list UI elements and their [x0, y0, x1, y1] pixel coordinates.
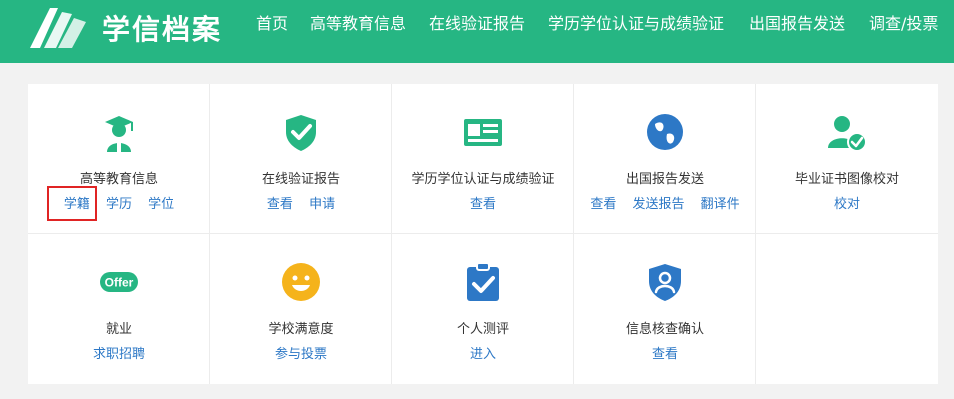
smiley-icon	[282, 263, 320, 301]
link-proofread[interactable]: 校对	[834, 197, 860, 212]
service-panel: 高等教育信息 学籍 学历 学位 在线验证报告 查看 申请 学历学位认证与成绩验证…	[28, 84, 938, 384]
card-title: 毕业证书图像校对	[794, 172, 899, 187]
link-degree[interactable]: 学位	[148, 197, 174, 212]
nav-survey-vote[interactable]: 调查/投票	[869, 12, 938, 36]
link-translation[interactable]: 翻译件	[701, 197, 740, 212]
user-check-icon	[828, 116, 867, 152]
link-enter[interactable]: 进入	[470, 347, 496, 362]
card-links: 参与投票	[210, 343, 392, 362]
card-degree-certification: 学历学位认证与成绩验证 查看	[392, 84, 574, 234]
link-vote[interactable]: 参与投票	[275, 347, 327, 362]
id-card-icon	[464, 119, 502, 146]
globe-icon	[647, 114, 683, 150]
nav-overseas-report[interactable]: 出国报告发送	[749, 12, 845, 36]
card-diploma-image-check: 毕业证书图像校对 校对	[756, 84, 938, 234]
card-school-satisfaction: 学校满意度 参与投票	[210, 234, 392, 384]
clipboard-check-icon	[467, 262, 499, 301]
link-education-record[interactable]: 学历	[106, 197, 132, 212]
card-online-verification-report: 在线验证报告 查看 申请	[210, 84, 392, 234]
card-links: 求职招聘	[28, 343, 210, 362]
top-navigation-bar: 学信档案 首页 高等教育信息 在线验证报告 学历学位认证与成绩验证 出国报告发送…	[0, 0, 954, 63]
card-title: 出国报告发送	[625, 172, 704, 187]
logo-text: 学信档案	[102, 13, 223, 46]
link-view[interactable]: 查看	[652, 347, 678, 362]
link-view[interactable]: 查看	[590, 197, 616, 212]
card-title: 个人测评	[456, 322, 509, 337]
card-employment: Offer 就业 求职招聘	[28, 234, 210, 384]
card-personal-assessment: 个人测评 进入	[392, 234, 574, 384]
link-view[interactable]: 查看	[470, 197, 496, 212]
nav-online-verification-report[interactable]: 在线验证报告	[429, 12, 525, 36]
user-shield-icon	[649, 264, 681, 301]
card-links: 查看	[574, 343, 756, 362]
shield-check-icon	[286, 115, 316, 151]
card-links: 查看 申请	[210, 193, 392, 212]
card-title: 学历学位认证与成绩验证	[411, 172, 555, 187]
card-title: 在线验证报告	[261, 172, 340, 187]
book-logo-icon	[30, 8, 86, 48]
card-title: 高等教育信息	[79, 172, 158, 187]
offer-icon-text: Offer	[105, 276, 134, 290]
link-send-report[interactable]: 发送报告	[632, 197, 684, 212]
card-title: 信息核查确认	[625, 322, 704, 337]
card-title: 就业	[105, 322, 132, 337]
nav-higher-education-info[interactable]: 高等教育信息	[310, 12, 406, 36]
card-links: 校对	[756, 193, 938, 212]
highlight-box	[47, 186, 97, 221]
link-job-search[interactable]: 求职招聘	[93, 347, 145, 362]
card-title: 学校满意度	[268, 322, 334, 337]
nav-home[interactable]: 首页	[256, 12, 288, 36]
empty-card	[756, 234, 938, 384]
site-logo[interactable]: 学信档案	[28, 6, 222, 50]
card-links: 进入	[392, 343, 574, 362]
card-info-verification: 信息核查确认 查看	[574, 234, 756, 384]
link-view[interactable]: 查看	[267, 197, 293, 212]
nav-degree-certification[interactable]: 学历学位认证与成绩验证	[548, 12, 724, 36]
graduate-icon	[105, 116, 133, 152]
card-links: 查看	[392, 193, 574, 212]
card-overseas-report: 出国报告发送 查看 发送报告 翻译件	[574, 84, 756, 234]
card-links: 查看 发送报告 翻译件	[574, 193, 756, 212]
link-apply[interactable]: 申请	[309, 197, 335, 212]
offer-icon: Offer	[100, 272, 138, 292]
